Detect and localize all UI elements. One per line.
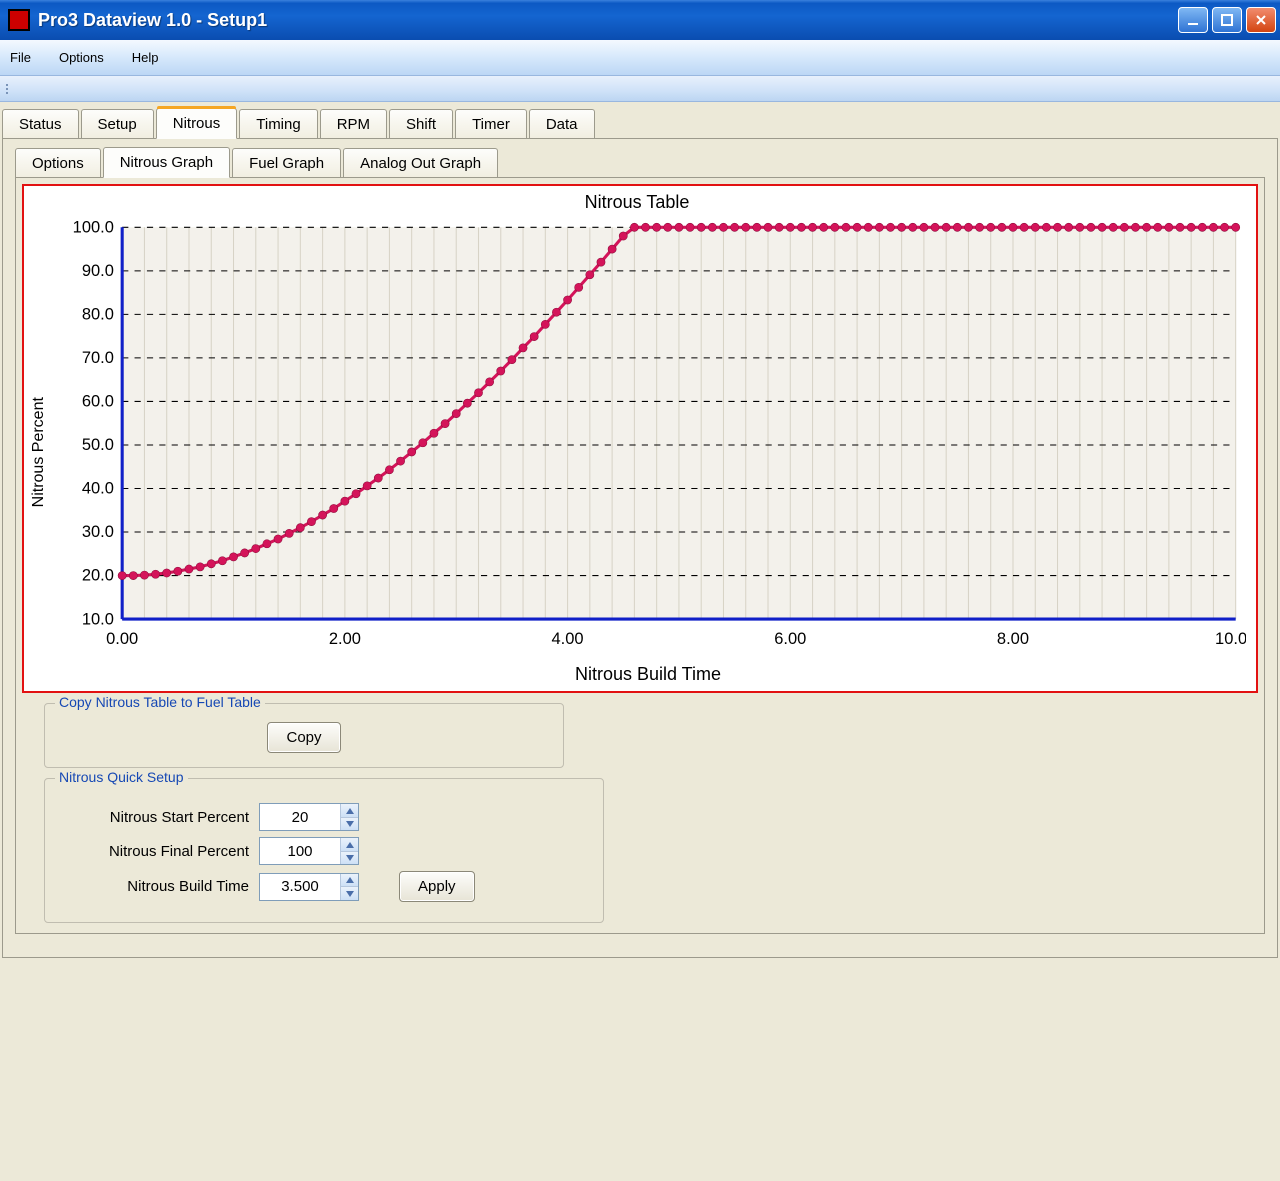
spinner-down-icon[interactable] [341,887,358,900]
sub-tab-panel: Nitrous Table Nitrous Percent 100.0 90.0 8… [15,177,1265,934]
build-time-label: Nitrous Build Time [59,878,249,895]
subtab-options[interactable]: Options [15,148,101,178]
chart-x-axis-label: Nitrous Build Time [50,660,1246,687]
tab-timer[interactable]: Timer [455,109,527,139]
chart-plot[interactable]: 100.0 90.0 80.0 70.0 60.0 50.0 40.0 30.0 20.0 10.… [50,217,1246,660]
main-tab-bar: Status Setup Nitrous Timing RPM Shift Ti… [0,102,1280,139]
build-time-spinner[interactable] [259,873,359,901]
spinner-up-icon[interactable] [341,838,358,852]
svg-text:4.00: 4.00 [552,630,584,648]
svg-text:60.0: 60.0 [82,393,114,411]
close-button[interactable] [1246,7,1276,33]
app-icon [8,9,30,31]
chart-frame: Nitrous Table Nitrous Percent 100.0 90.0 8… [22,184,1258,693]
tab-data[interactable]: Data [529,109,595,139]
window-controls [1178,7,1276,33]
copy-groupbox: Copy Nitrous Table to Fuel Table Copy [44,703,564,768]
svg-text:0.00: 0.00 [106,630,138,648]
final-percent-spinner[interactable] [259,837,359,865]
quick-setup-legend: Nitrous Quick Setup [55,769,188,785]
sub-tab-bar: Options Nitrous Graph Fuel Graph Analog … [9,145,1271,178]
maximize-button[interactable] [1212,7,1242,33]
subtab-nitrous-graph[interactable]: Nitrous Graph [103,147,230,178]
final-percent-input[interactable] [260,838,340,864]
svg-text:40.0: 40.0 [82,480,114,498]
spinner-down-icon[interactable] [341,852,358,865]
svg-text:30.0: 30.0 [82,523,114,541]
tab-timing[interactable]: Timing [239,109,317,139]
tab-nitrous[interactable]: Nitrous [156,108,238,139]
window-title: Pro3 Dataview 1.0 - Setup1 [38,10,1178,31]
spinner-down-icon[interactable] [341,818,358,831]
toolbar-strip [0,76,1280,102]
spinner-up-icon[interactable] [341,804,358,818]
chart-title: Nitrous Table [28,190,1246,217]
toolbar-grip-icon [6,84,8,94]
chart-y-axis-label: Nitrous Percent [28,217,50,687]
copy-group-legend: Copy Nitrous Table to Fuel Table [55,694,265,710]
menu-file[interactable]: File [10,50,31,65]
tab-shift[interactable]: Shift [389,109,453,139]
svg-text:10.00: 10.00 [1215,630,1246,648]
svg-text:90.0: 90.0 [82,262,114,280]
svg-text:20.0: 20.0 [82,567,114,585]
start-percent-label: Nitrous Start Percent [59,809,249,826]
svg-text:6.00: 6.00 [774,630,806,648]
build-time-input[interactable] [260,874,340,900]
tab-rpm[interactable]: RPM [320,109,387,139]
menu-options[interactable]: Options [59,50,104,65]
menu-bar: File Options Help [0,40,1280,76]
svg-text:80.0: 80.0 [82,306,114,324]
minimize-button[interactable] [1178,7,1208,33]
start-percent-input[interactable] [260,804,340,830]
quick-setup-groupbox: Nitrous Quick Setup Nitrous Start Percen… [44,778,604,923]
svg-text:2.00: 2.00 [329,630,361,648]
final-percent-label: Nitrous Final Percent [59,843,249,860]
tab-setup[interactable]: Setup [81,109,154,139]
subtab-fuel-graph[interactable]: Fuel Graph [232,148,341,178]
start-percent-spinner[interactable] [259,803,359,831]
copy-button[interactable]: Copy [267,722,340,753]
svg-text:50.0: 50.0 [82,436,114,454]
menu-help[interactable]: Help [132,50,159,65]
svg-text:8.00: 8.00 [997,630,1029,648]
spinner-up-icon[interactable] [341,874,358,888]
svg-text:10.0: 10.0 [82,610,114,628]
svg-text:70.0: 70.0 [82,349,114,367]
tab-status[interactable]: Status [2,109,79,139]
main-tab-panel: Options Nitrous Graph Fuel Graph Analog … [2,138,1278,958]
svg-text:100.0: 100.0 [73,218,114,236]
apply-button[interactable]: Apply [399,871,475,902]
title-bar: Pro3 Dataview 1.0 - Setup1 [0,0,1280,40]
subtab-analog-out-graph[interactable]: Analog Out Graph [343,148,498,178]
